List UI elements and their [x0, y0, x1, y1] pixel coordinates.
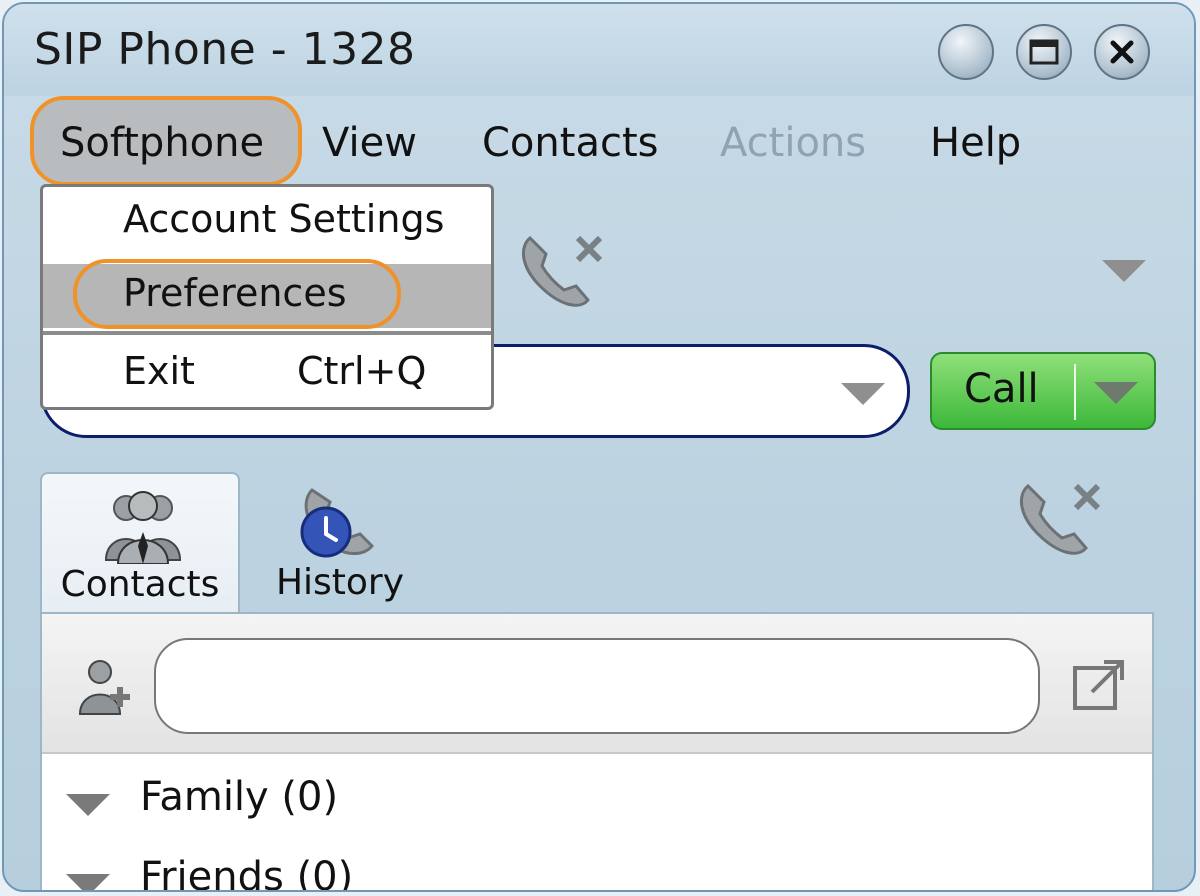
- maximize-button[interactable]: [1016, 24, 1072, 80]
- contacts-search-input[interactable]: [154, 638, 1040, 734]
- menu-actions[interactable]: Actions: [720, 120, 866, 166]
- contact-group-label: Family (0): [140, 774, 339, 820]
- menu-softphone[interactable]: Softphone: [30, 96, 302, 186]
- menu-item-exit-shortcut: Ctrl+Q: [297, 349, 427, 393]
- tab-history-label: History: [275, 562, 405, 603]
- hangup-all-icon[interactable]: [1014, 476, 1106, 560]
- toolbar-dropdown-icon[interactable]: [1102, 260, 1146, 282]
- call-options-dropdown-icon[interactable]: [1094, 382, 1138, 404]
- menu-softphone-label: Softphone: [60, 120, 265, 166]
- contact-group-label: Friends (0): [140, 854, 354, 892]
- menu-help[interactable]: Help: [930, 120, 1021, 166]
- tab-contacts[interactable]: Contacts: [40, 472, 240, 616]
- tab-history[interactable]: History: [240, 472, 440, 616]
- contacts-search-field[interactable]: [186, 660, 1010, 712]
- menu-view[interactable]: View: [322, 120, 417, 166]
- call-button-divider: [1074, 364, 1076, 420]
- menu-item-account-settings[interactable]: Account Settings: [123, 197, 571, 241]
- add-contact-icon[interactable]: [76, 656, 136, 716]
- softphone-window: SIP Phone - 1328 View Contacts Actions H…: [2, 2, 1196, 892]
- title-bar: SIP Phone - 1328: [4, 4, 1194, 96]
- contacts-toolbar: [42, 614, 1152, 754]
- dial-history-dropdown-icon[interactable]: [841, 383, 885, 405]
- softphone-menu: Account Settings Preferences Exit Ctrl+Q: [40, 184, 494, 410]
- close-button[interactable]: [1094, 24, 1150, 80]
- call-button[interactable]: Call: [930, 352, 1156, 430]
- close-icon: [1110, 40, 1134, 64]
- external-link-icon[interactable]: [1072, 658, 1126, 712]
- contact-group-family[interactable]: Family (0): [42, 760, 1152, 840]
- tab-contacts-label: Contacts: [60, 564, 220, 605]
- expand-friends-icon[interactable]: [66, 874, 110, 890]
- history-icon: [300, 488, 375, 558]
- menu-contacts[interactable]: Contacts: [482, 120, 658, 166]
- call-button-label: Call: [964, 366, 1039, 412]
- minimize-button[interactable]: [938, 24, 994, 80]
- expand-family-icon[interactable]: [66, 794, 110, 816]
- menu-separator: [43, 331, 491, 335]
- contacts-panel: Family (0) Friends (0): [40, 612, 1154, 892]
- preferences-highlight-ring: [73, 259, 401, 329]
- contacts-icon: [104, 491, 182, 564]
- contact-group-friends[interactable]: Friends (0): [42, 840, 1152, 892]
- maximize-icon: [1029, 39, 1059, 65]
- window-title: SIP Phone - 1328: [34, 24, 416, 75]
